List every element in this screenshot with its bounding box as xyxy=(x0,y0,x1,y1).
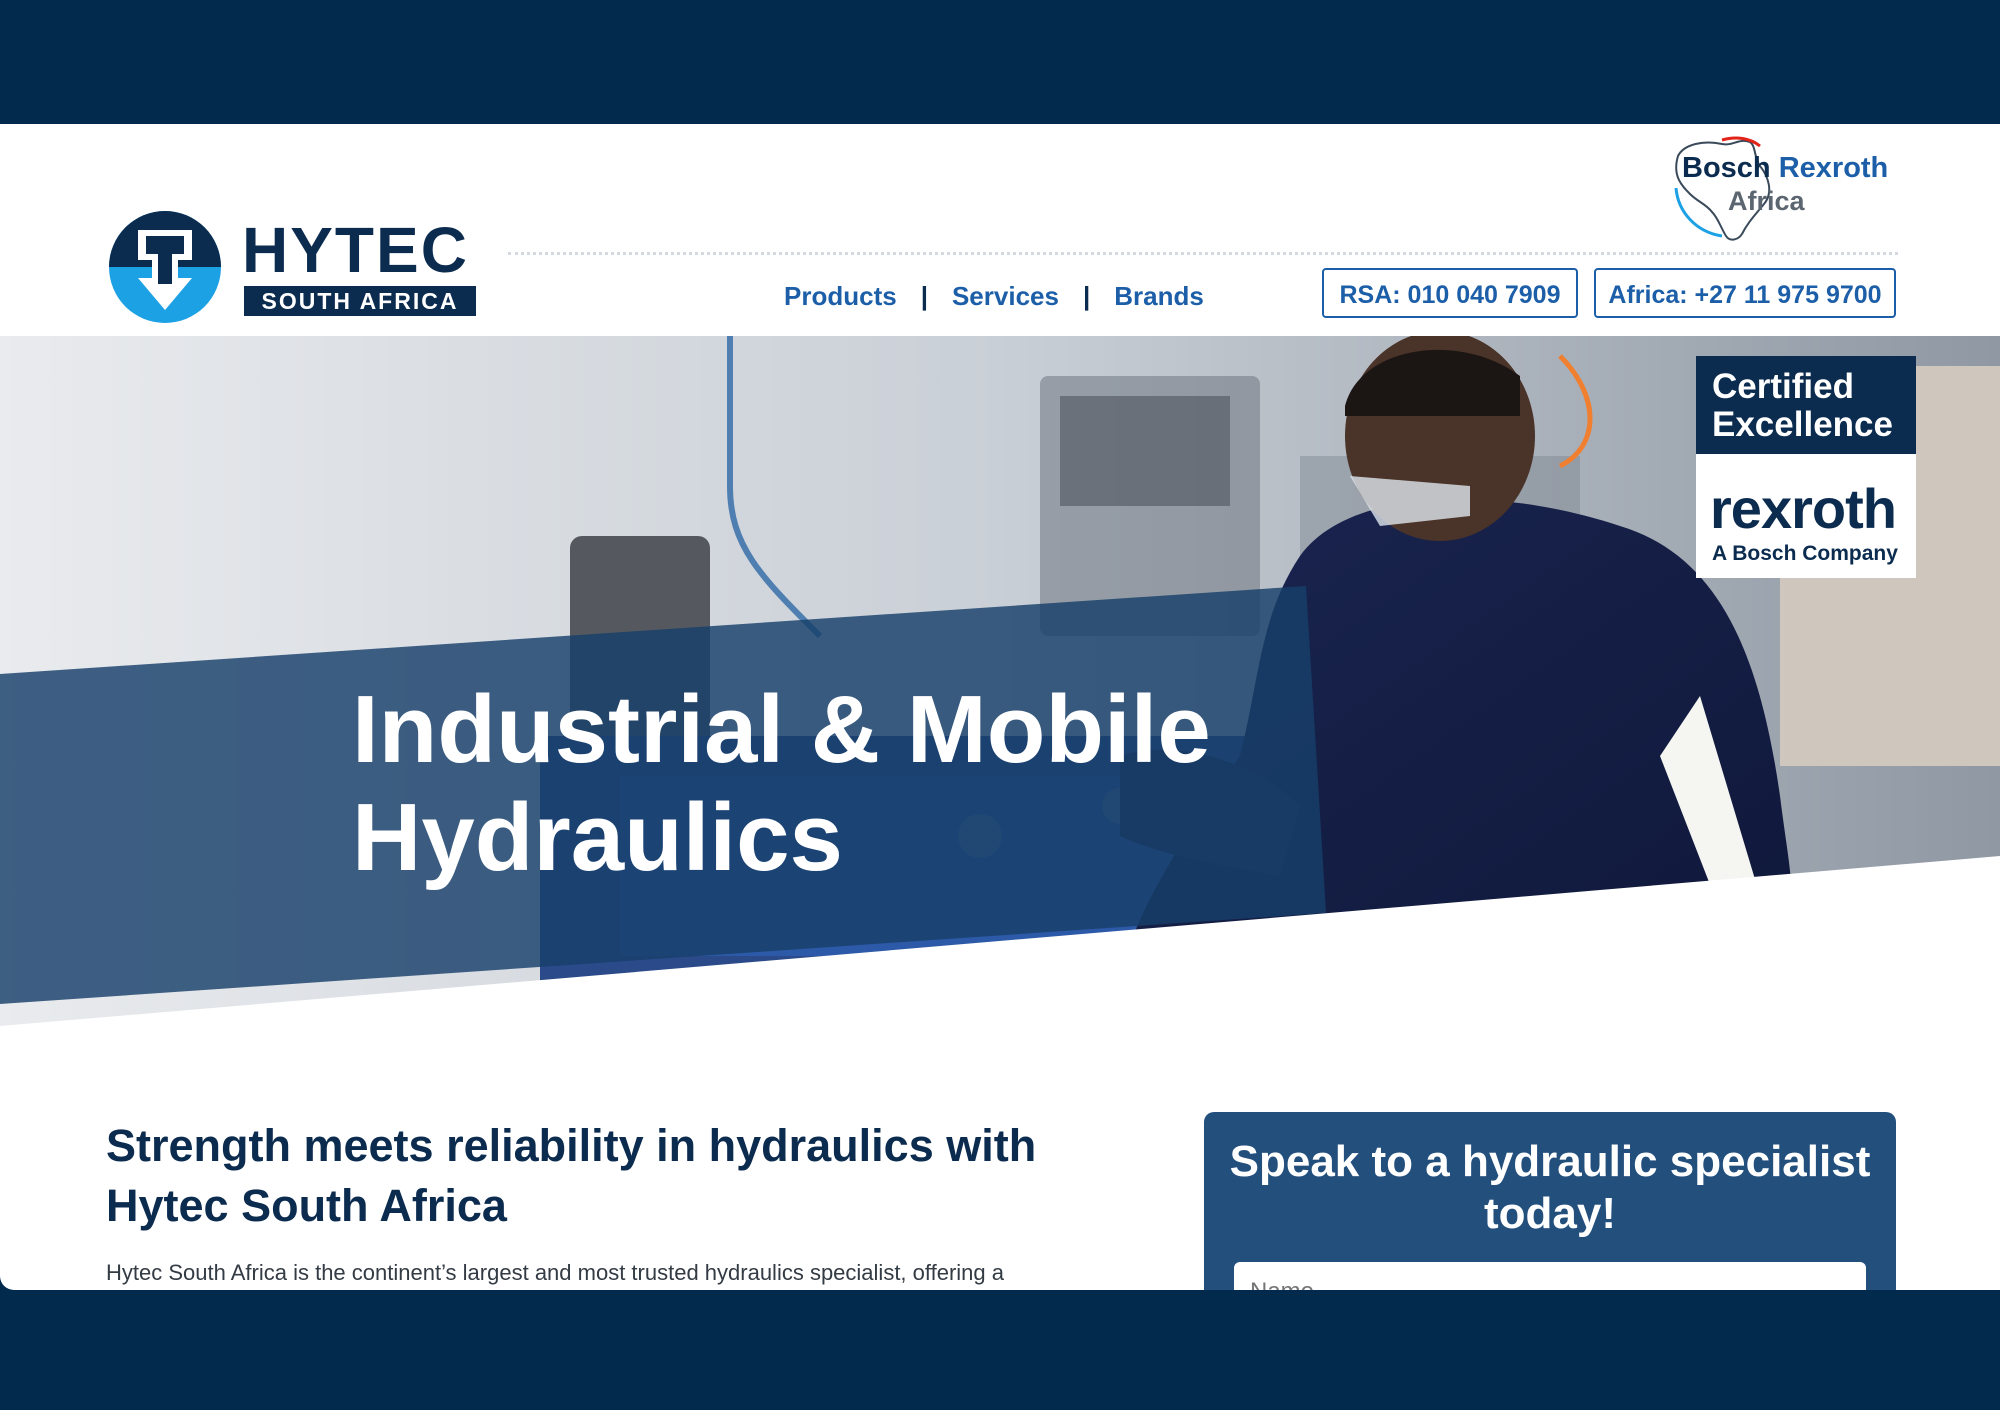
hero-banner: Industrial & Mobile Hydraulics Certified… xyxy=(0,336,2000,1036)
certified-excellence-badge: Certified Excellence rexroth A Bosch Com… xyxy=(1696,356,1916,578)
hytec-logo-icon xyxy=(109,211,221,323)
site-header: HYTEC SOUTH AFRICA Bosch Rexroth Africa … xyxy=(0,124,2000,336)
section-headline: Strength meets reliability in hydraulics… xyxy=(106,1120,1037,1231)
top-frame-band xyxy=(0,0,2000,124)
excellence-text: Excellence xyxy=(1712,405,1893,444)
nav-products[interactable]: Products xyxy=(784,281,897,312)
africa-phone-button[interactable]: Africa: +27 11 975 9700 xyxy=(1594,268,1896,318)
contact-form-panel: Speak to a hydraulic specialist today! xyxy=(1204,1112,1896,1290)
bottom-frame-band xyxy=(0,1290,2000,1410)
hero-title-line2: Hydraulics xyxy=(352,784,843,891)
header-divider xyxy=(508,252,1898,255)
website-page: HYTEC SOUTH AFRICA Bosch Rexroth Africa … xyxy=(0,124,2000,1290)
africa-text: Africa xyxy=(1728,186,1805,216)
rexroth-logo: rexroth A Bosch Company xyxy=(1696,454,1916,578)
rexroth-text: Rexroth xyxy=(1778,152,1889,184)
rsa-phone-button[interactable]: RSA: 010 040 7909 xyxy=(1322,268,1578,318)
nav-services[interactable]: Services xyxy=(952,281,1059,312)
bosch-rexroth-text: Bosch Rexroth xyxy=(1682,152,1888,185)
certified-text: Certified xyxy=(1712,367,1854,406)
hero-title: Industrial & Mobile Hydraulics xyxy=(352,676,1211,892)
certified-excellence-label: Certified Excellence xyxy=(1696,356,1916,454)
bosch-company-text: A Bosch Company xyxy=(1712,542,1898,565)
nav-brands[interactable]: Brands xyxy=(1114,281,1204,312)
hytec-logo[interactable]: HYTEC SOUTH AFRICA xyxy=(108,206,488,323)
rexroth-wordmark: rexroth xyxy=(1710,477,1897,540)
nav-separator: | xyxy=(1082,280,1091,311)
hero-title-line1: Industrial & Mobile xyxy=(352,676,1211,783)
nav-separator: | xyxy=(920,280,928,311)
name-input[interactable] xyxy=(1234,1262,1866,1290)
logo-wordmark: HYTEC xyxy=(242,214,469,286)
bosch-text: Bosch xyxy=(1682,152,1771,184)
bosch-rexroth-africa-badge: Bosch Rexroth Africa xyxy=(1664,132,1900,244)
logo-tagline: SOUTH AFRICA xyxy=(244,286,476,316)
contact-form-title: Speak to a hydraulic specialist today! xyxy=(1229,1137,1871,1238)
intro-paragraph: Hytec South Africa is the continent’s la… xyxy=(106,1260,1004,1285)
main-nav: Products | Services | Brands xyxy=(784,276,1204,316)
